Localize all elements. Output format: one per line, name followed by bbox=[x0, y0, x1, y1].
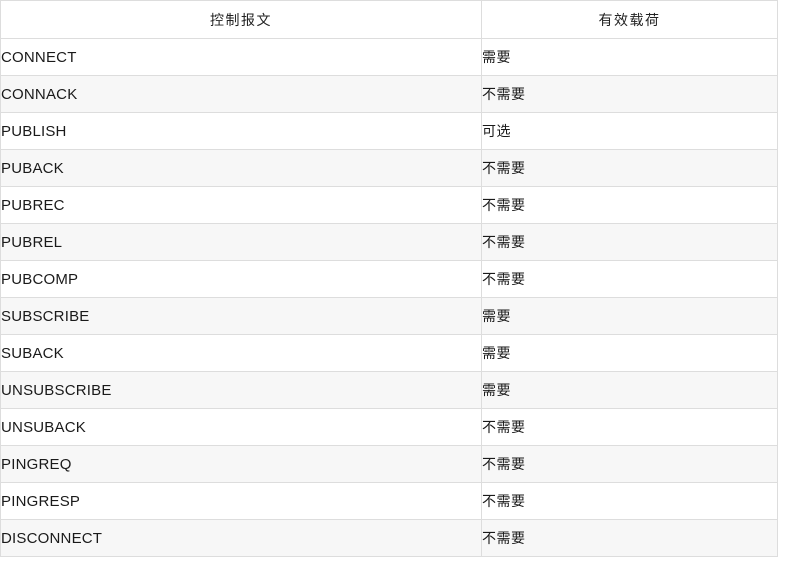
cell-payload-requirement: 不需要 bbox=[481, 149, 778, 187]
table-row: PUBREC 不需要 bbox=[0, 186, 778, 224]
cell-control-message: CONNACK bbox=[0, 75, 482, 113]
cell-payload-requirement: 不需要 bbox=[481, 482, 778, 520]
cell-control-message: CONNECT bbox=[0, 38, 482, 76]
cell-payload-requirement: 不需要 bbox=[481, 223, 778, 261]
table-row: PUBREL 不需要 bbox=[0, 223, 778, 261]
column-header-payload: 有效载荷 bbox=[481, 0, 778, 39]
table-row: PUBCOMP 不需要 bbox=[0, 260, 778, 298]
control-message-payload-table: 控制报文 有效载荷 CONNECT 需要 CONNACK 不需要 PUBLISH 可选 PU… bbox=[0, 0, 778, 557]
table-row: SUBSCRIBE 需要 bbox=[0, 297, 778, 335]
column-header-control-message: 控制报文 bbox=[0, 0, 482, 39]
table-row: DISCONNECT 不需要 bbox=[0, 519, 778, 557]
cell-payload-requirement: 需要 bbox=[481, 297, 778, 335]
page-root: 控制报文 有效载荷 CONNECT 需要 CONNACK 不需要 PUBLISH 可选 PU… bbox=[0, 0, 788, 580]
cell-control-message: PUBACK bbox=[0, 149, 482, 187]
cell-payload-requirement: 不需要 bbox=[481, 408, 778, 446]
cell-control-message: SUBSCRIBE bbox=[0, 297, 482, 335]
table-row: PINGRESP 不需要 bbox=[0, 482, 778, 520]
cell-control-message: UNSUBACK bbox=[0, 408, 482, 446]
table-row: UNSUBACK 不需要 bbox=[0, 408, 778, 446]
cell-payload-requirement: 不需要 bbox=[481, 519, 778, 557]
cell-payload-requirement: 不需要 bbox=[481, 260, 778, 298]
cell-control-message: SUBACK bbox=[0, 334, 482, 372]
table-row: PUBLISH 可选 bbox=[0, 112, 778, 150]
cell-payload-requirement: 需要 bbox=[481, 334, 778, 372]
cell-control-message: PINGRESP bbox=[0, 482, 482, 520]
cell-payload-requirement: 不需要 bbox=[481, 186, 778, 224]
table-row: CONNECT 需要 bbox=[0, 38, 778, 76]
table-body: CONNECT 需要 CONNACK 不需要 PUBLISH 可选 PUBACK 不需要 PUB… bbox=[0, 38, 778, 557]
cell-payload-requirement: 可选 bbox=[481, 112, 778, 150]
cell-payload-requirement: 不需要 bbox=[481, 75, 778, 113]
cell-control-message: DISCONNECT bbox=[0, 519, 482, 557]
table-row: CONNACK 不需要 bbox=[0, 75, 778, 113]
cell-control-message: PINGREQ bbox=[0, 445, 482, 483]
cell-control-message: UNSUBSCRIBE bbox=[0, 371, 482, 409]
cell-control-message: PUBREL bbox=[0, 223, 482, 261]
cell-payload-requirement: 需要 bbox=[481, 38, 778, 76]
table-header-row: 控制报文 有效载荷 bbox=[0, 0, 778, 39]
cell-control-message: PUBREC bbox=[0, 186, 482, 224]
table-row: PUBACK 不需要 bbox=[0, 149, 778, 187]
table-row: UNSUBSCRIBE 需要 bbox=[0, 371, 778, 409]
table-row: SUBACK 需要 bbox=[0, 334, 778, 372]
cell-control-message: PUBLISH bbox=[0, 112, 482, 150]
cell-payload-requirement: 不需要 bbox=[481, 445, 778, 483]
table-header: 控制报文 有效载荷 bbox=[0, 0, 778, 39]
table-row: PINGREQ 不需要 bbox=[0, 445, 778, 483]
cell-payload-requirement: 需要 bbox=[481, 371, 778, 409]
cell-control-message: PUBCOMP bbox=[0, 260, 482, 298]
